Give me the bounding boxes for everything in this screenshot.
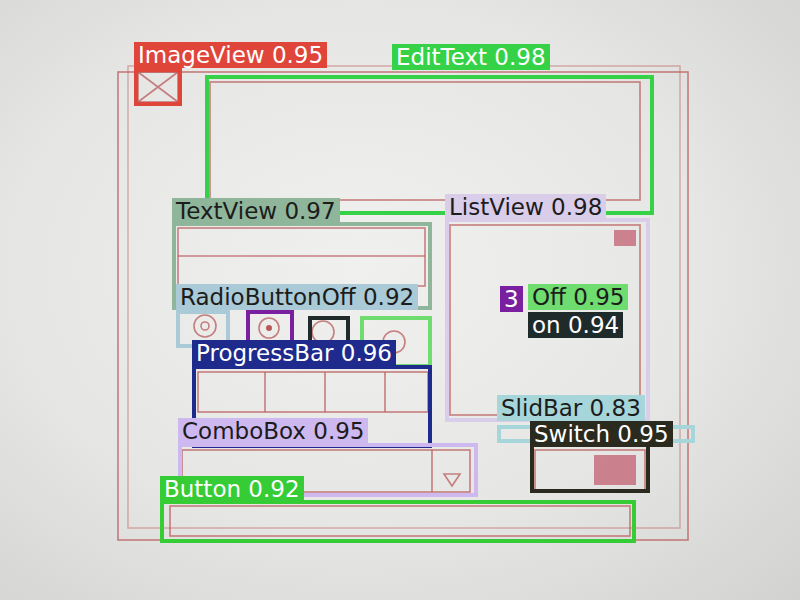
detection-label: on 0.94 [528, 312, 623, 338]
detection-box [160, 500, 636, 543]
detection-box [134, 68, 182, 106]
detection-label: Off 0.95 [528, 284, 628, 310]
detection-label: RadioButtonOff 0.92 [176, 284, 418, 310]
detection-label: ListView 0.98 [445, 194, 606, 220]
detection-label: 3 [500, 286, 523, 312]
detection-label: TextView 0.97 [172, 198, 340, 224]
detection-label: EditText 0.98 [392, 44, 550, 70]
detection-label: ComboBox 0.95 [178, 418, 368, 444]
detection-canvas: ImageView 0.95 EditText 0.98 TextView 0.97… [0, 0, 800, 600]
detection-box [530, 443, 650, 493]
detection-label: ImageView 0.95 [134, 42, 327, 68]
detection-label: SlidBar 0.83 [497, 395, 645, 421]
detection-label: ProgressBar 0.96 [192, 340, 396, 366]
detection-label: Switch 0.95 [530, 421, 673, 447]
detection-label: Button 0.92 [160, 476, 304, 502]
